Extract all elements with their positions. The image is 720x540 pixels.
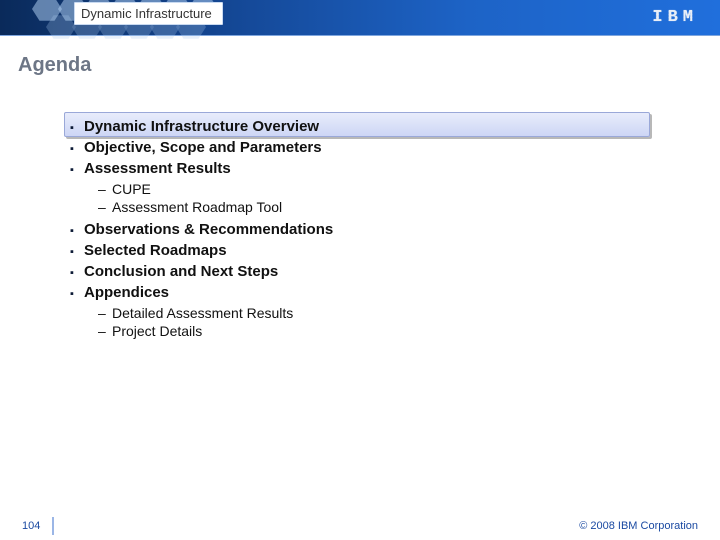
footer-left: 104 xyxy=(22,517,54,535)
footer-divider-icon xyxy=(52,517,54,535)
agenda-subitem: Project Details xyxy=(98,323,646,339)
page-number: 104 xyxy=(22,520,40,532)
agenda-subitem: CUPE xyxy=(98,181,646,197)
agenda-item: Assessment Results CUPE Assessment Roadm… xyxy=(70,160,646,215)
agenda-item: Conclusion and Next Steps xyxy=(70,263,646,280)
slide-title: Agenda xyxy=(18,54,91,77)
agenda-item: Dynamic Infrastructure Overview xyxy=(70,118,646,135)
agenda-item-label: Assessment Results xyxy=(84,160,231,177)
ibm-logo-icon: IBM xyxy=(652,8,698,27)
footer: 104 © 2008 IBM Corporation xyxy=(0,512,720,540)
agenda-item-label: Objective, Scope and Parameters xyxy=(84,139,322,156)
agenda-subitem: Assessment Roadmap Tool xyxy=(98,199,646,215)
agenda-item-label: Dynamic Infrastructure Overview xyxy=(84,118,319,135)
agenda-item: Objective, Scope and Parameters xyxy=(70,139,646,156)
header-band: Dynamic Infrastructure IBM xyxy=(0,0,720,36)
agenda-item: Observations & Recommendations xyxy=(70,221,646,238)
agenda-item-label: Appendices xyxy=(84,284,169,301)
agenda-list: Dynamic Infrastructure Overview Objectiv… xyxy=(70,118,646,345)
agenda-subitem: Detailed Assessment Results xyxy=(98,305,646,321)
agenda-item-label: Selected Roadmaps xyxy=(84,242,227,259)
agenda-item-label: Conclusion and Next Steps xyxy=(84,263,278,280)
agenda-item: Selected Roadmaps xyxy=(70,242,646,259)
agenda-item: Appendices Detailed Assessment Results P… xyxy=(70,284,646,339)
agenda-item-label: Observations & Recommendations xyxy=(84,221,333,238)
copyright-text: © 2008 IBM Corporation xyxy=(579,520,698,532)
presentation-name: Dynamic Infrastructure xyxy=(74,2,223,25)
